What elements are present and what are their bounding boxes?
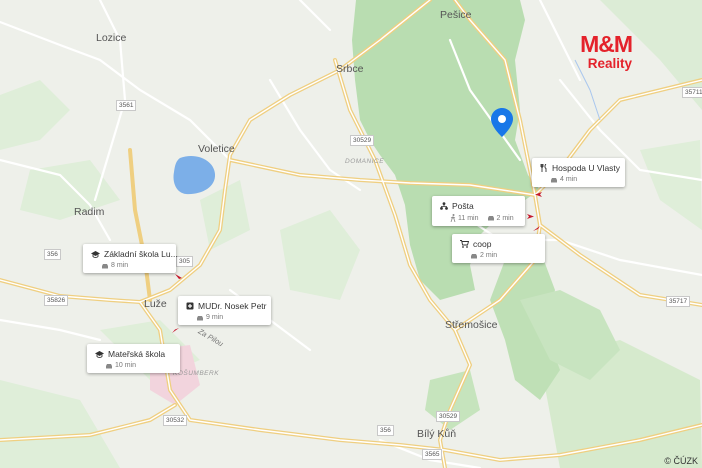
poi-car-time: 2 min (480, 252, 498, 259)
road-shield: 30529 (436, 411, 461, 422)
road-shield: 30529 (350, 135, 375, 146)
car-icon (105, 363, 113, 369)
brand-logo: M&M Reality (580, 31, 633, 71)
walk-icon (450, 214, 456, 222)
poi-car-time: 9 min (206, 314, 224, 321)
poi-name: MUDr. Nosek Petr (198, 301, 267, 311)
poi-name: coop (473, 239, 492, 249)
poi-car-time: 4 min (560, 176, 578, 183)
poi-pointer-icon (172, 328, 179, 333)
school-icon (95, 350, 104, 358)
poi-card-materska-skola[interactable]: Mateřská škola 10 min (87, 344, 180, 373)
poi-pointer-icon (175, 274, 182, 279)
doctor-icon (186, 302, 194, 310)
road-shield: 35826 (44, 295, 69, 306)
car-icon (470, 253, 478, 259)
road-shield: 356 (44, 249, 61, 260)
shop-cart-icon (460, 240, 469, 248)
road-shield: 35711 (682, 87, 702, 98)
poi-pointer-icon (527, 214, 534, 219)
poi-car-time: 2 min (496, 214, 514, 222)
road-shield: 35717 (666, 296, 691, 307)
place-label-lozice: Lozice (96, 32, 127, 44)
brand-sub: Reality (587, 56, 632, 71)
poi-pointer-icon (533, 226, 540, 231)
place-label-radim: Radim (74, 206, 105, 218)
car-icon (487, 215, 495, 221)
poi-card-mudr-nosek-petr[interactable]: MUDr. Nosek Petr 9 min (178, 296, 271, 325)
poi-car-time: 8 min (111, 262, 129, 269)
restaurant-icon (540, 164, 548, 172)
poi-pointer-icon (535, 192, 542, 197)
place-label-bily-kun: Bílý Kůň (417, 428, 457, 440)
road-shield: 356 (377, 425, 394, 436)
poi-card-coop[interactable]: coop 2 min (452, 234, 545, 263)
map-attribution: © ČÚZK (664, 456, 698, 466)
poi-name: Základní škola Lu... (104, 249, 178, 259)
place-label-domanice: DOMANICE (345, 158, 385, 165)
school-icon (91, 250, 100, 258)
poi-card-posta[interactable]: Pošta 11 min 2 min (432, 196, 525, 226)
car-icon (550, 177, 558, 183)
place-label-luze: Luže (144, 298, 167, 310)
poi-name: Mateřská škola (108, 349, 166, 359)
place-label-srbce: Srbce (336, 63, 364, 75)
road-shield: 30532 (163, 415, 188, 426)
road-shield: 3565 (422, 449, 443, 460)
place-label-pesice: Pešice (440, 9, 472, 21)
poi-walk-time: 11 min (458, 214, 479, 222)
location-pin-icon[interactable] (491, 108, 513, 142)
map-view[interactable]: Lozice Pešice Srbce Voletice Radim Luže … (0, 0, 702, 468)
place-label-voletice: Voletice (198, 143, 235, 155)
place-label-stremosice: Střemošice (445, 319, 498, 331)
poi-car-time: 10 min (115, 362, 137, 369)
car-icon (101, 263, 109, 269)
poi-card-hospoda-u-vlasty[interactable]: Hospoda U Vlasty 4 min (532, 158, 625, 187)
brand-name: M&M (580, 31, 633, 57)
poi-card-zakladni-skola[interactable]: Základní škola Lu... 8 min (83, 244, 178, 273)
poi-name: Pošta (452, 201, 474, 211)
post-office-icon (440, 202, 448, 210)
road-shield: 3561 (116, 100, 137, 111)
poi-name: Hospoda U Vlasty (552, 163, 621, 173)
road-shield: 305 (176, 256, 193, 267)
car-icon (196, 315, 204, 321)
